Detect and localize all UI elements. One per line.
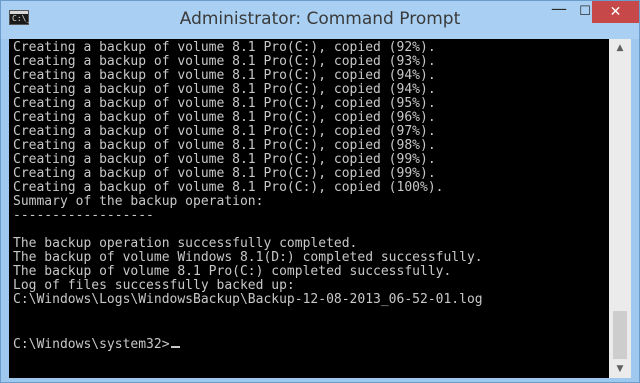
command-prompt-window: C:\_ Administrator: Command Prompt — ☐ ✕… bbox=[0, 0, 640, 383]
console-line: Creating a backup of volume 8.1 Pro(C:),… bbox=[13, 54, 436, 69]
console-line: The backup of volume 8.1 Pro(C:) complet… bbox=[13, 264, 452, 279]
console-line: The backup of volume Windows 8.1(D:) com… bbox=[13, 250, 483, 265]
console-line: Log of files successfully backed up: bbox=[13, 278, 295, 293]
console-line: Creating a backup of volume 8.1 Pro(C:),… bbox=[13, 166, 436, 181]
prompt-text: C:\Windows\system32> bbox=[13, 337, 170, 352]
console-line: Creating a backup of volume 8.1 Pro(C:),… bbox=[13, 68, 436, 83]
console-line: Creating a backup of volume 8.1 Pro(C:),… bbox=[13, 96, 436, 111]
console-line: C:\Windows\Logs\WindowsBackup\Backup-12-… bbox=[13, 292, 483, 307]
console-line: Creating a backup of volume 8.1 Pro(C:),… bbox=[13, 138, 436, 153]
window-title: Administrator: Command Prompt bbox=[179, 9, 461, 29]
scroll-down-arrow-icon[interactable]: ▼ bbox=[609, 360, 631, 378]
console-line: Summary of the backup operation: bbox=[13, 194, 264, 209]
console-line: The backup operation successfully comple… bbox=[13, 236, 358, 251]
console-line: Creating a backup of volume 8.1 Pro(C:),… bbox=[13, 40, 436, 55]
text-cursor bbox=[170, 346, 180, 348]
scrollbar-thumb[interactable] bbox=[613, 311, 627, 359]
console-line: Creating a backup of volume 8.1 Pro(C:),… bbox=[13, 110, 436, 125]
title-bar[interactable]: C:\_ Administrator: Command Prompt — ☐ ✕ bbox=[1, 1, 639, 39]
console-line: Creating a backup of volume 8.1 Pro(C:),… bbox=[13, 152, 436, 167]
console-line: Creating a backup of volume 8.1 Pro(C:),… bbox=[13, 180, 444, 195]
console-line: Creating a backup of volume 8.1 Pro(C:),… bbox=[13, 82, 436, 97]
close-button[interactable]: ✕ bbox=[592, 1, 639, 23]
vertical-scrollbar[interactable]: ▲ ▼ bbox=[609, 39, 631, 378]
console-line: Creating a backup of volume 8.1 Pro(C:),… bbox=[13, 124, 436, 139]
console-line: ------------------ bbox=[13, 208, 154, 223]
scroll-up-arrow-icon[interactable]: ▲ bbox=[609, 39, 631, 57]
minimize-button[interactable]: — bbox=[546, 1, 572, 23]
command-prompt-line[interactable]: C:\Windows\system32> bbox=[13, 338, 180, 352]
console-output[interactable]: Creating a backup of volume 8.1 Pro(C:),… bbox=[9, 39, 609, 378]
